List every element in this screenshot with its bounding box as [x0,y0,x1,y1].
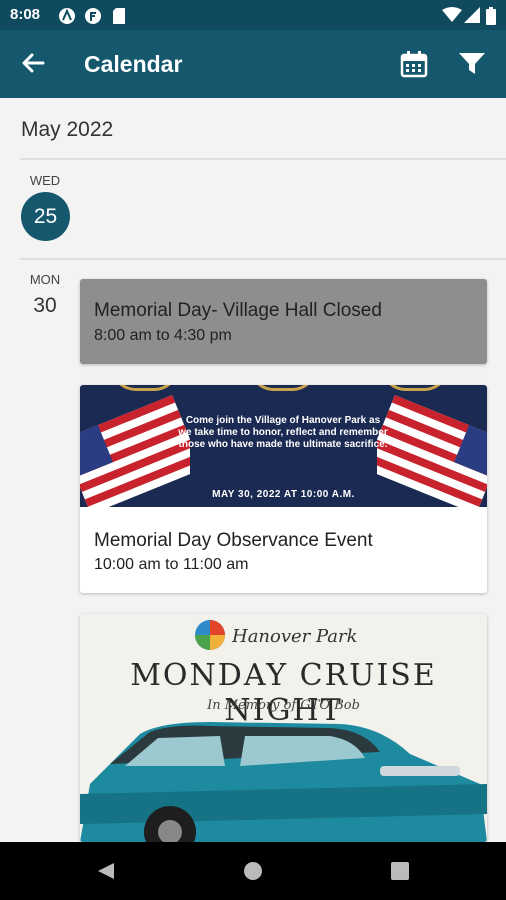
nav-back-icon[interactable] [96,861,116,881]
wifi-icon [442,7,462,22]
event-card-observance[interactable]: Come join the Village of Hanover Park as… [80,385,487,593]
day-of-week-label: MON [29,272,61,287]
system-navigation-bar [0,842,506,900]
divider [20,258,506,260]
signal-icon [464,7,480,23]
event-poster-image: Hanover Park MONDAY CRUISE NIGHT In Memo… [80,614,487,842]
battery-icon [486,7,496,25]
event-time: 10:00 am to 11:00 am [94,556,249,573]
filter-icon[interactable] [458,50,486,78]
divider [20,158,506,160]
nav-home-icon[interactable] [243,861,263,881]
hanover-park-logo-icon [195,620,225,650]
banner-message: Come join the Village of Hanover Park as… [178,415,388,450]
classic-car-image [80,722,487,842]
banner-arch [248,385,318,391]
banner-date: MAY 30, 2022 AT 10:00 A.M. [212,489,355,500]
status-time: 8:08 [10,6,41,23]
notification-a-icon [59,8,75,24]
month-header: May 2022 [21,118,114,141]
event-title: Memorial Day- Village Hall Closed [94,300,382,321]
nav-recents-icon[interactable] [390,861,410,881]
poster-subtitle: In Memory of GTO Bob [207,698,360,713]
banner-arch [380,385,450,391]
status-bar: 8:08 [0,0,506,30]
day-of-week-label: WED [29,173,61,188]
banner-arch [110,385,180,391]
calendar-icon[interactable] [400,50,428,78]
event-card-village-hall-closed[interactable]: Memorial Day- Village Hall Closed 8:00 a… [80,279,487,364]
event-banner-image: Come join the Village of Hanover Park as… [80,385,487,507]
app-bar: Calendar [0,30,506,98]
page-title: Calendar [84,51,183,77]
selected-day-badge[interactable]: 25 [21,192,70,241]
day-number: 30 [33,294,57,317]
poster-logo-text: Hanover Park [232,626,358,647]
back-arrow-icon[interactable] [20,50,46,76]
event-card-cruise-night[interactable]: Hanover Park MONDAY CRUISE NIGHT In Memo… [80,614,487,842]
event-title: Memorial Day Observance Event [94,530,373,551]
sd-card-icon [113,8,125,24]
notification-f-icon [85,8,101,24]
event-time: 8:00 am to 4:30 pm [94,327,232,344]
